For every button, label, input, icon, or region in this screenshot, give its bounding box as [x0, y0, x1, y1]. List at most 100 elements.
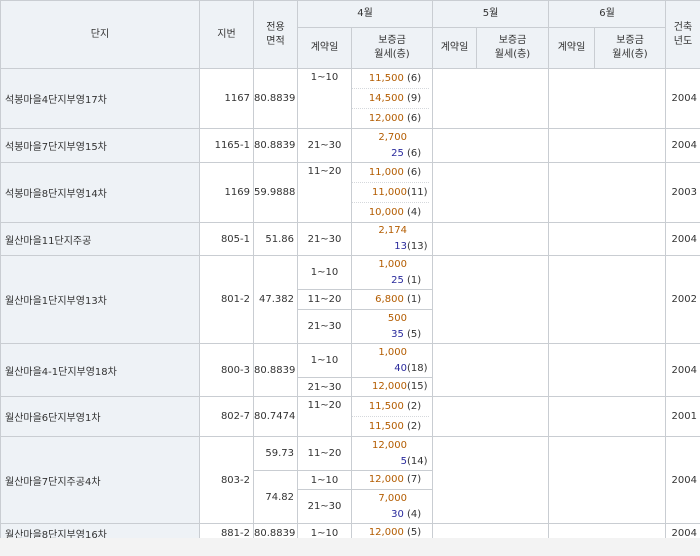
contract-day: 1~10 — [297, 343, 352, 378]
table-row: 월산마을1단지부영13차 801-2 47.382 1~10 1,000 25 … — [0, 255, 700, 344]
header-m4-deposit-label: 보증금 월세(층) — [374, 35, 410, 60]
build-year: 2004 — [665, 128, 700, 163]
floor: (1) — [407, 293, 422, 305]
price-line: 10,000 (4) — [352, 202, 429, 222]
floor: (6) — [407, 73, 422, 84]
danji-name[interactable]: 석봉마을7단지부영15차 — [0, 128, 200, 163]
contract-day: 11~20 — [297, 396, 352, 437]
month5-empty — [432, 436, 549, 524]
price-line: 11,500 (2) — [352, 416, 429, 436]
price-cell: 12,000(15) — [351, 377, 433, 397]
header-danji: 단지 — [0, 0, 200, 69]
floor: (13) — [407, 241, 428, 252]
floor: (5) — [407, 328, 422, 340]
build-year: 2003 — [665, 162, 700, 223]
deposit: 11,000 — [368, 167, 404, 178]
month6-empty — [548, 255, 666, 344]
area: 80.7474 — [253, 396, 298, 437]
contract-day: 1~10 — [297, 470, 352, 490]
jibun: 805-1 — [199, 222, 254, 256]
price-cell: 12,000 (7) — [351, 470, 433, 490]
build-year: 2001 — [665, 396, 700, 437]
floor: (1) — [407, 274, 422, 286]
header-month6: 6월 — [548, 0, 666, 28]
month6-empty — [548, 396, 666, 437]
contract-day: 11~20 — [297, 289, 352, 310]
page-bottom-gutter — [0, 538, 700, 556]
danji-name[interactable]: 석봉마을8단지부영14차 — [0, 162, 200, 223]
price-cell: 1,000 25 (1) — [351, 255, 433, 290]
month6-empty — [548, 68, 666, 129]
build-year: 2004 — [665, 436, 700, 524]
deposit: 14,500 — [368, 93, 404, 104]
contract-day: 1~10 — [297, 255, 352, 290]
danji-name[interactable]: 월산마을11단지주공 — [0, 222, 200, 256]
deposit: 12,000 — [368, 113, 404, 124]
monthly-rent: 40 — [394, 362, 407, 374]
table-row: 월산마을7단지주공4차 803-2 59.73 11~20 12,000 5(1… — [0, 436, 700, 524]
area: 80.8839 — [253, 68, 298, 129]
floor: (9) — [407, 93, 422, 104]
header-m6-deposit: 보증금 월세(층) — [594, 27, 666, 69]
deposit: 12,000 — [372, 381, 407, 392]
header-m6-deposit-label: 보증금 월세(층) — [612, 35, 648, 60]
area: 59.9888 — [253, 162, 298, 223]
price-line: 14,500 (9) — [352, 88, 429, 108]
floor: (2) — [407, 401, 422, 412]
area: 80.8839 — [253, 343, 298, 397]
transaction-table-wrapper: 단지 지번 전용 면적 4월 5월 6월 건축 년도 계약일 보증금 월세(층)… — [0, 0, 700, 543]
jibun: 1169 — [199, 162, 254, 223]
danji-name[interactable]: 월산마을1단지부영13차 — [0, 255, 200, 344]
price-cell: 500 35 (5) — [351, 309, 433, 344]
danji-name[interactable]: 석봉마을4단지부영17차 — [0, 68, 200, 129]
monthly-rent: 25 — [391, 274, 404, 286]
price-line: 12,000 (6) — [352, 108, 429, 128]
jibun: 803-2 — [199, 436, 254, 524]
table-row: 석봉마을8단지부영14차 1169 59.9888 11~20 11,000 (… — [0, 162, 700, 223]
price-cell: 6,800 (1) — [351, 289, 433, 310]
monthly-rent: 25 — [391, 147, 404, 159]
header-year-label: 건축 년도 — [673, 21, 693, 47]
month5-empty — [432, 255, 549, 344]
rent-line: 25 (6) — [352, 146, 429, 162]
deposit: 500 — [387, 312, 407, 324]
area: 80.8839 — [253, 128, 298, 163]
deposit: 6,800 — [375, 293, 404, 305]
price-line: 11,000 (6) — [352, 163, 429, 182]
table-row: 석봉마을4단지부영17차 1167 80.8839 1~10 11,500 (6… — [0, 68, 700, 129]
header-m4-deposit: 보증금 월세(층) — [351, 27, 433, 69]
price-cell: 7,000 30 (4) — [351, 489, 433, 524]
floor: (6) — [407, 113, 422, 124]
price-cell: 11,500 (2) 11,500 (2) — [351, 396, 433, 437]
contract-day: 21~30 — [297, 128, 352, 163]
danji-name[interactable]: 월산마을7단지주공4차 — [0, 436, 200, 524]
jibun: 801-2 — [199, 255, 254, 344]
deposit: 12,000 — [368, 474, 404, 485]
floor: (14) — [407, 455, 428, 467]
deposit: 11,500 — [368, 421, 404, 432]
deposit: 11,000 — [372, 187, 407, 198]
table-row: 월산마을6단지부영1차 802-7 80.7474 11~20 11,500 (… — [0, 396, 700, 437]
price-cell: 2,174 13(13) — [351, 222, 433, 256]
jibun: 1165-1 — [199, 128, 254, 163]
deposit: 11,500 — [368, 73, 404, 84]
header-area-label: 전용 면적 — [266, 21, 285, 47]
rent-line: 13(13) — [352, 239, 429, 255]
month5-empty — [432, 343, 549, 397]
jibun: 1167 — [199, 68, 254, 129]
floor: (18) — [407, 362, 428, 374]
danji-name[interactable]: 월산마을4-1단지부영18차 — [0, 343, 200, 397]
header-m5-deposit: 보증금 월세(층) — [476, 27, 549, 69]
month6-empty — [548, 343, 666, 397]
month5-empty — [432, 396, 549, 437]
jibun: 800-3 — [199, 343, 254, 397]
contract-day: 11~20 — [297, 436, 352, 471]
price-cell: 11,500 (6) 14,500 (9) 12,000 (6) — [351, 68, 433, 129]
area: 74.82 — [253, 470, 298, 524]
price-line: 11,500 (6) — [352, 69, 429, 88]
deposit: 7,000 — [378, 492, 407, 504]
danji-name[interactable]: 월산마을6단지부영1차 — [0, 396, 200, 437]
area: 59.73 — [253, 436, 298, 471]
deposit: 2,700 — [378, 131, 407, 143]
table-row: 월산마을4-1단지부영18차 800-3 80.8839 1~10 1,000 … — [0, 343, 700, 397]
